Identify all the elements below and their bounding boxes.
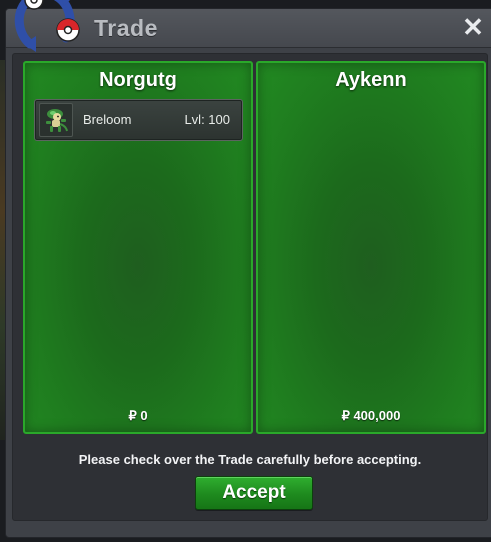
pokemon-name: Breloom — [83, 112, 132, 127]
breloom-sprite-icon — [39, 103, 73, 137]
trade-scene: Trade ✕ Norgutg Breloom Lvl: 100 ₽ 0 Ayk… — [0, 0, 491, 542]
trade-window: Trade ✕ Norgutg Breloom Lvl: 100 ₽ 0 Ayk… — [5, 8, 491, 538]
trade-item-slot[interactable]: Breloom Lvl: 100 — [34, 99, 243, 141]
player-name-right: Aykenn — [335, 69, 407, 91]
offer-panel-left: Norgutg Breloom Lvl: 100 ₽ 0 — [23, 61, 253, 434]
accept-button[interactable]: Accept — [195, 476, 313, 510]
money-offer-right: ₽ 400,000 — [341, 408, 401, 423]
window-title: Trade — [94, 15, 158, 41]
money-offer-left: ₽ 0 — [128, 408, 148, 423]
pokemon-level: Lvl: 100 — [184, 112, 230, 127]
player-name-left: Norgutg — [99, 69, 177, 91]
trade-notice: Please check over the Trade carefully be… — [78, 452, 422, 467]
offer-panel-right: Aykenn ₽ 400,000 — [256, 61, 486, 434]
game-logo-icon — [6, 0, 86, 58]
trade-content: Norgutg Breloom Lvl: 100 ₽ 0 Aykenn ₽ 40… — [12, 53, 488, 521]
close-icon[interactable]: ✕ — [460, 14, 486, 40]
